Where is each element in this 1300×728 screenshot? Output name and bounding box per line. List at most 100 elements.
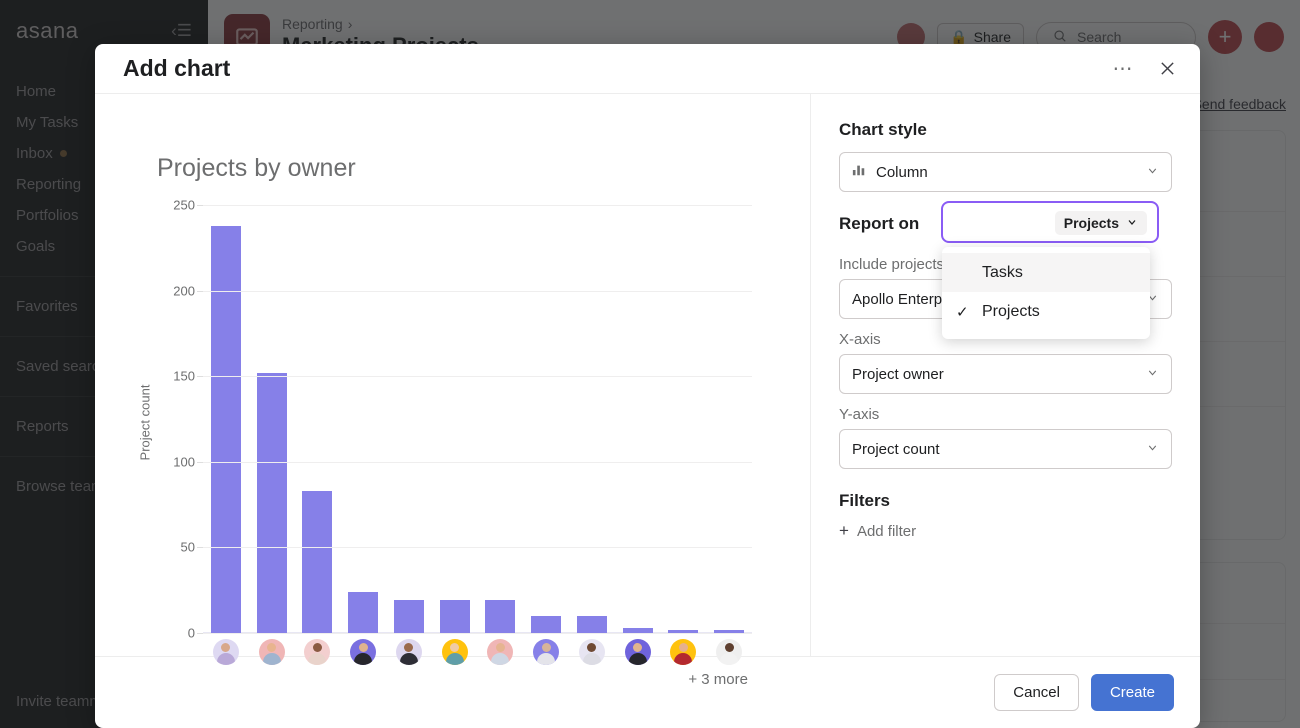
chevron-down-icon: [1146, 366, 1159, 382]
screen: Reporting › Marketing Projects 🔒 Share: [0, 0, 1300, 728]
column-chart-icon: [852, 163, 866, 181]
avatar-slot: [386, 639, 432, 665]
menu-item-label: Tasks: [982, 263, 1023, 281]
bar-slot: [295, 205, 341, 633]
avatar-slot: [340, 639, 386, 665]
gridline: [203, 633, 752, 634]
y-axis-tick: [197, 376, 203, 378]
bar[interactable]: [439, 600, 470, 633]
chevron-down-icon: [1146, 441, 1159, 457]
avatar[interactable]: [533, 639, 560, 665]
avatar-slot: [706, 639, 752, 665]
chart-config-panel: Chart style Column Report on Include pro…: [810, 94, 1200, 656]
avatar[interactable]: [578, 639, 605, 665]
avatar-slot: [249, 639, 295, 665]
y-axis-tick: [197, 633, 203, 634]
bar[interactable]: [576, 615, 607, 633]
avatar[interactable]: [441, 639, 468, 665]
chart-canvas: Project count 0 50 100 150 200 250 + 3 more: [135, 198, 770, 688]
avatar[interactable]: [670, 639, 697, 665]
gridline: [203, 290, 752, 292]
menu-item-tasks[interactable]: Tasks: [942, 253, 1150, 292]
bar-slot: [661, 205, 707, 633]
chart-preview: Projects by owner Project count 0 50 100 15…: [95, 94, 810, 688]
dialog-header: Add chart ⋯: [95, 44, 1200, 94]
avatar-slot: [478, 639, 524, 665]
x-axis-avatar-ticks: [203, 639, 752, 665]
create-button[interactable]: Create: [1090, 674, 1174, 711]
avatar[interactable]: [212, 639, 239, 665]
avatar-slot: [523, 639, 569, 665]
bar[interactable]: [393, 600, 424, 633]
report-on-dropdown-menu: Tasks ✓ Projects: [942, 247, 1150, 339]
chevron-down-icon: [1146, 164, 1159, 180]
report-on-trigger-row: Projects: [943, 203, 1157, 241]
filters-heading: Filters: [839, 491, 891, 510]
avatar[interactable]: [716, 639, 743, 665]
bar-slot: [432, 205, 478, 633]
cancel-button[interactable]: Cancel: [994, 674, 1079, 711]
avatar-slot: [569, 639, 615, 665]
y-axis-tick-label: 100: [173, 454, 195, 470]
y-axis-select[interactable]: Project count: [839, 429, 1172, 469]
x-axis-value: Project owner: [852, 365, 944, 383]
bar-slot: [203, 205, 249, 633]
y-axis-tick-label: 250: [173, 197, 195, 213]
avatar-slot: [661, 639, 707, 665]
config-fields: Chart style Column Report on Include pro…: [811, 94, 1200, 656]
overflow-label: + 3 more: [688, 671, 748, 688]
avatar[interactable]: [304, 639, 331, 665]
bar-slot: [386, 205, 432, 633]
y-axis-label: Project count: [137, 384, 153, 461]
report-on-value: Projects: [1063, 215, 1119, 231]
y-axis-tick: [197, 547, 203, 549]
avatar[interactable]: [624, 639, 651, 665]
bar[interactable]: [210, 225, 241, 633]
bar-slot: [478, 205, 524, 633]
avatar-slot: [203, 639, 249, 665]
y-axis-tick-label: 0: [187, 625, 195, 641]
bar-slot: [615, 205, 661, 633]
plus-icon: +: [839, 521, 849, 540]
avatar[interactable]: [258, 639, 285, 665]
bar-slot: [706, 205, 752, 633]
avatar-slot: [432, 639, 478, 665]
x-axis-select[interactable]: Project owner: [839, 354, 1172, 394]
bar-series: [203, 205, 752, 633]
bar-slot: [249, 205, 295, 633]
page-title: Add chart: [123, 55, 231, 81]
avatar-slot: [295, 639, 341, 665]
chart-style-select[interactable]: Column: [839, 152, 1172, 192]
add-filter-button[interactable]: + Add filter: [839, 521, 1172, 541]
gridline: [203, 205, 752, 206]
menu-item-projects[interactable]: ✓ Projects: [942, 292, 1150, 331]
bar[interactable]: [302, 490, 333, 633]
dialog-header-actions: ⋯: [1110, 56, 1180, 82]
add-filter-label: Add filter: [856, 522, 917, 540]
more-horizontal-icon[interactable]: ⋯: [1110, 56, 1136, 82]
bar[interactable]: [531, 615, 562, 633]
bar-slot: [523, 205, 569, 633]
avatar[interactable]: [395, 639, 422, 665]
avatar[interactable]: [487, 639, 514, 665]
dialog-body: Projects by owner Project count 0 50 100 15…: [95, 94, 1200, 688]
check-icon: ✓: [956, 303, 969, 321]
bar[interactable]: [256, 372, 287, 633]
report-on-dropdown-button[interactable]: Projects: [1054, 211, 1147, 235]
chart-style-value: Column: [876, 163, 928, 181]
avatar-slot: [615, 639, 661, 665]
chart-style-heading: Chart style: [839, 120, 927, 139]
add-chart-dialog: Add chart ⋯ Projects by owner Project co…: [95, 44, 1200, 728]
y-axis-label-field: Y-axis: [839, 406, 880, 423]
close-icon[interactable]: [1154, 56, 1180, 82]
gridline: [203, 461, 752, 463]
y-axis-tick: [197, 205, 203, 206]
gridline: [203, 547, 752, 549]
avatar[interactable]: [350, 639, 377, 665]
bar[interactable]: [348, 591, 379, 633]
y-axis-tick-label: 200: [173, 283, 195, 299]
y-axis-tick-label: 150: [173, 368, 195, 384]
y-axis-tick: [197, 461, 203, 463]
bar[interactable]: [485, 600, 516, 633]
y-axis-tick-label: 50: [180, 539, 195, 555]
